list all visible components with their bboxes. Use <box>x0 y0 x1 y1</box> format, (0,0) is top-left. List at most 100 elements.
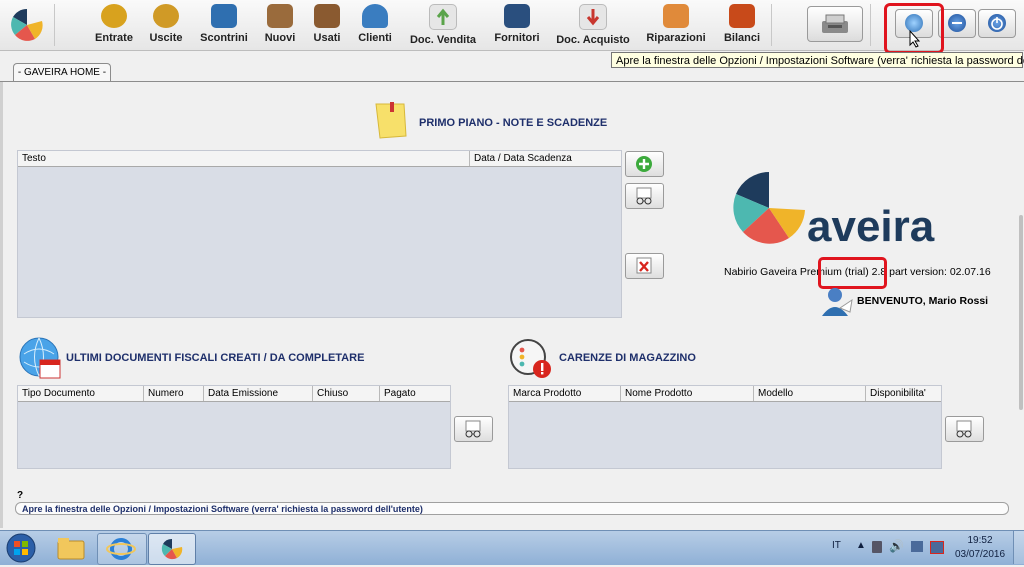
toolbar-uscite-button[interactable]: Uscite <box>146 2 186 48</box>
toolbar-button-label: Bilanci <box>723 32 761 44</box>
toolbar-clienti-button[interactable]: Clienti <box>356 2 394 48</box>
toolbar-usati-button[interactable]: Usati <box>311 2 343 48</box>
taskbar-gaveira[interactable] <box>148 533 196 565</box>
mouse-cursor-icon <box>909 30 921 48</box>
repair-icon <box>663 4 689 28</box>
delete-icon <box>636 257 652 274</box>
toolbar-riparazioni-button[interactable]: Riparazioni <box>644 2 708 48</box>
power-button[interactable] <box>978 9 1016 38</box>
view-icon <box>636 187 652 205</box>
supplier-icon <box>504 4 530 28</box>
taskbar-internet-explorer[interactable] <box>97 533 147 565</box>
user-icon <box>822 288 853 316</box>
cash-register-button[interactable] <box>807 6 863 42</box>
tooltip: Apre la finestra delle Opzioni / Imposta… <box>611 52 1024 68</box>
toolbar-button-label: Riparazioni <box>646 32 706 44</box>
toolbar-button-label: Clienti <box>358 32 392 44</box>
shortages-title: CARENZE DI MAGAZZINO <box>559 352 696 364</box>
view-documents-button[interactable] <box>454 416 493 442</box>
view-icon <box>465 420 481 438</box>
power-icon <box>988 14 1006 32</box>
toolbar-bilanci-button[interactable]: Bilanci <box>721 2 763 48</box>
left-border <box>0 82 3 528</box>
windows-taskbar: IT ▲ 🔊 19:52 03/07/2016 <box>0 530 1024 565</box>
view-note-button[interactable] <box>625 183 664 209</box>
column-header[interactable]: Disponibilita' <box>866 386 941 401</box>
toolbar-button-label: Entrate <box>95 32 133 44</box>
shortages-table[interactable]: Marca Prodotto Nome Prodotto Modello Dis… <box>508 385 942 469</box>
clock-date[interactable]: 03/07/2016 <box>955 549 1005 560</box>
toolbar-doc-vendita-button[interactable]: Doc. Vendita <box>408 2 478 48</box>
logo-text: aveira <box>807 202 935 244</box>
view-shortages-button[interactable] <box>945 416 984 442</box>
plus-icon <box>636 156 652 172</box>
ie-icon <box>106 538 136 560</box>
tab-divider <box>0 81 1024 82</box>
column-header[interactable]: Modello <box>754 386 866 401</box>
receipt-icon <box>211 4 237 28</box>
notes-table[interactable]: Testo Data / Data Scadenza <box>17 150 622 318</box>
column-header[interactable]: Pagato <box>380 386 450 401</box>
warehouse-alert-icon <box>510 339 551 378</box>
scrollbar[interactable] <box>1019 215 1023 410</box>
clock-time[interactable]: 19:52 <box>957 535 1003 546</box>
minimize-icon <box>948 14 966 32</box>
volume-icon[interactable]: 🔊 <box>889 539 904 553</box>
network-icon[interactable] <box>911 541 923 552</box>
notes-table-header: Testo Data / Data Scadenza <box>18 151 621 167</box>
column-header[interactable]: Testo <box>18 151 470 166</box>
tray-arrow-icon[interactable]: ▲ <box>856 540 866 551</box>
purchase-document-icon <box>579 4 607 30</box>
toolbar-button-label: Fornitori <box>494 32 540 44</box>
delete-note-button[interactable] <box>625 253 664 279</box>
notes-title: PRIMO PIANO - NOTE E SCADENZE <box>419 117 608 129</box>
toolbar-nuovi-button[interactable]: Nuovi <box>263 2 297 48</box>
sale-document-icon <box>429 4 457 30</box>
column-header[interactable]: Marca Prodotto <box>509 386 621 401</box>
toolbar-button-label: Nuovi <box>264 32 296 44</box>
show-desktop-button[interactable] <box>1013 531 1024 564</box>
tab-gaveira-home[interactable]: - GAVEIRA HOME - <box>13 63 111 82</box>
column-header[interactable]: Chiuso <box>313 386 380 401</box>
language-indicator[interactable]: IT <box>832 540 841 551</box>
used-box-icon <box>314 4 340 28</box>
toolbar-button-label: Scontrini <box>200 32 248 44</box>
toolbar-entrate-button[interactable]: Entrate <box>92 2 136 48</box>
documents-table-header: Tipo Documento Numero Data Emissione Chi… <box>18 386 450 402</box>
status-bar: Apre la finestra delle Opzioni / Imposta… <box>15 502 1009 515</box>
column-header[interactable]: Numero <box>144 386 204 401</box>
help-indicator[interactable]: ? <box>17 490 23 501</box>
balance-icon <box>729 4 755 28</box>
folder-icon <box>57 538 85 560</box>
column-header[interactable]: Tipo Documento <box>18 386 144 401</box>
toolbar-doc-acquisto-button[interactable]: Doc. Acquisto <box>555 2 631 48</box>
coin-in-icon <box>101 4 127 28</box>
gaveira-app-icon <box>161 538 183 560</box>
taskbar-explorer[interactable] <box>48 533 94 563</box>
documents-globe-icon <box>19 337 61 379</box>
toolbar-fornitori-button[interactable]: Fornitori <box>492 2 542 48</box>
documents-table[interactable]: Tipo Documento Numero Data Emissione Chi… <box>17 385 451 469</box>
column-header[interactable]: Data / Data Scadenza <box>470 151 621 166</box>
sticky-note-icon <box>375 102 407 139</box>
toolbar-button-label: Usati <box>313 32 341 44</box>
column-header[interactable]: Nome Prodotto <box>621 386 754 401</box>
coin-out-icon <box>153 4 179 28</box>
action-center-icon[interactable] <box>930 541 944 554</box>
customer-icon <box>362 4 388 28</box>
usb-icon[interactable] <box>872 541 882 553</box>
documents-title: ULTIMI DOCUMENTI FISCALI CREATI / DA COM… <box>66 352 365 364</box>
toolbar-button-label: Doc. Acquisto <box>556 34 630 46</box>
windows-start-icon[interactable] <box>4 532 38 564</box>
welcome-text: BENVENUTO, Mario Rossi <box>857 295 989 307</box>
cash-register-icon <box>822 14 848 33</box>
toolbar-scontrini-button[interactable]: Scontrini <box>198 2 250 48</box>
toolbar-button-label: Doc. Vendita <box>409 34 477 46</box>
gaveira-logo: aveira <box>733 172 935 244</box>
app-logo-icon[interactable] <box>9 7 45 43</box>
shortages-table-header: Marca Prodotto Nome Prodotto Modello Dis… <box>509 386 941 402</box>
column-header[interactable]: Data Emissione <box>204 386 313 401</box>
main-toolbar: Entrate Uscite Scontrini Nuovi Usati Cli… <box>0 0 1024 54</box>
add-note-button[interactable] <box>625 151 664 177</box>
view-icon <box>956 420 972 438</box>
